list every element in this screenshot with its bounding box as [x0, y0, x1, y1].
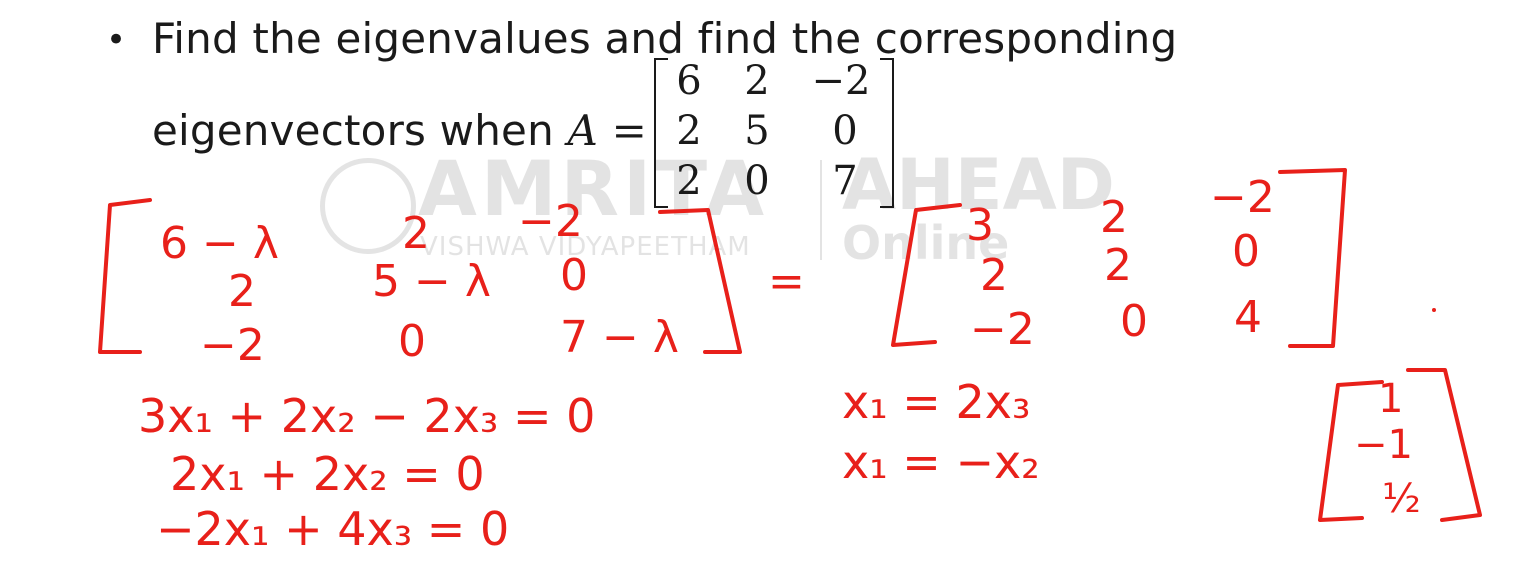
hw-vector-entry: ½: [1382, 476, 1421, 522]
hw-relation: x₁ = −x₂: [842, 435, 1040, 489]
hw-right-cell: 2: [1104, 240, 1132, 291]
hw-left-cell: 6 − λ: [160, 218, 279, 269]
hw-right-cell: 4: [1234, 292, 1262, 343]
hw-stray-dot: [1432, 308, 1436, 312]
hw-left-matrix-open-bracket: [98, 198, 152, 354]
hw-left-cell: 7 − λ: [560, 312, 679, 363]
hw-left-cell: 0: [560, 250, 588, 301]
hw-right-cell: −2: [970, 304, 1035, 355]
hw-left-cell: 2: [228, 266, 256, 317]
hw-left-cell: 2: [402, 208, 430, 259]
handwritten-annotations: 6 − λ 2 −2 2 5 − λ 0 −2 0 7 − λ = 3 2 −2…: [98, 168, 1482, 556]
hw-right-cell: 0: [1120, 296, 1148, 347]
hw-relation: x₁ = 2x₃: [842, 375, 1030, 429]
hw-right-cell: 2: [1100, 192, 1128, 243]
hw-equation: 2x₁ + 2x₂ = 0: [170, 447, 485, 501]
hw-right-cell: −2: [1210, 172, 1275, 223]
hw-right-cell: 3: [966, 200, 994, 251]
hw-left-cell: −2: [200, 320, 265, 371]
lecture-slide: AMRITA VISHWA VIDYAPEETHAM AHEAD Online …: [0, 0, 1514, 578]
hw-equation: 3x₁ + 2x₂ − 2x₃ = 0: [138, 389, 595, 443]
hw-right-matrix-close-bracket: [1278, 168, 1347, 348]
hw-vector-entry: 1: [1378, 376, 1403, 422]
hw-left-cell: 0: [398, 316, 426, 367]
hw-right-cell: 0: [1232, 226, 1260, 277]
hw-equals: =: [768, 256, 805, 307]
hw-left-cell: 5 − λ: [372, 256, 491, 307]
hw-right-matrix-open-bracket: [891, 203, 962, 347]
hw-vector-entry: −1: [1354, 422, 1413, 468]
hw-equation: −2x₁ + 4x₃ = 0: [156, 502, 509, 556]
hw-left-cell: −2: [518, 196, 583, 247]
hw-right-cell: 2: [980, 250, 1008, 301]
